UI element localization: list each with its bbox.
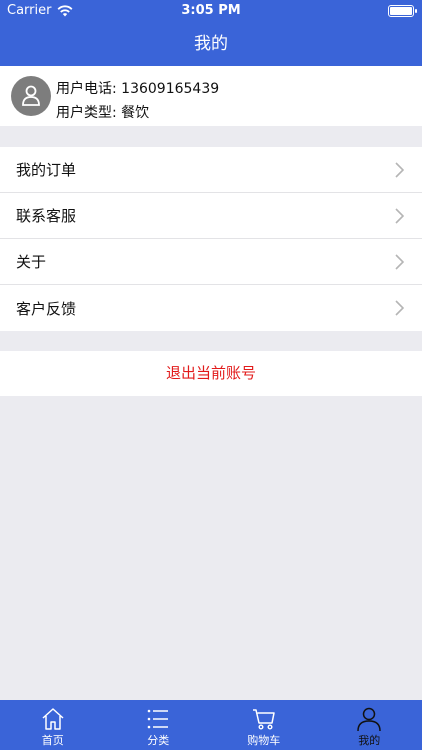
menu-item-label: 关于: [16, 253, 47, 271]
user-icon: [357, 707, 381, 731]
chevron-right-icon: [395, 208, 404, 224]
profile-type: 用户类型: 餐饮: [56, 105, 150, 121]
menu-item-label: 联系客服: [16, 207, 77, 225]
menu-item-label: 客户反馈: [16, 299, 77, 318]
user-icon: [22, 85, 40, 106]
avatar[interactable]: [11, 76, 51, 116]
menu-item-about[interactable]: 关于: [0, 239, 422, 285]
menu-item-contact-service[interactable]: 联系客服: [0, 193, 422, 239]
tab-label: 我的: [358, 734, 381, 747]
logout-button[interactable]: 退出当前账号: [0, 351, 422, 396]
menu-item-orders[interactable]: 我的订单: [0, 147, 422, 193]
chevron-right-icon: [395, 300, 404, 316]
page-title: 我的: [194, 34, 228, 54]
tab-category[interactable]: 分类: [106, 700, 212, 750]
battery-icon: [388, 5, 417, 17]
tab-label: 购物车: [247, 734, 281, 747]
tab-bar: 首页 分类 购物车 我的: [0, 700, 422, 750]
menu-item-feedback[interactable]: 客户反馈: [0, 285, 422, 331]
chevron-right-icon: [395, 254, 404, 270]
menu-list: 我的订单 联系客服 关于 客户反馈: [0, 147, 422, 331]
tab-label: 首页: [41, 734, 64, 747]
profile-card: 用户电话: 13609165439 用户类型: 餐饮: [0, 66, 422, 126]
tab-cart[interactable]: 购物车: [211, 700, 317, 750]
profile-phone: 用户电话: 13609165439: [56, 81, 220, 97]
tab-label: 分类: [147, 734, 170, 747]
home-icon: [42, 708, 64, 730]
list-icon: [147, 709, 169, 729]
header: Carrier 3:05 PM 我的: [0, 0, 422, 66]
status-bar: Carrier 3:05 PM: [0, 0, 422, 22]
tab-mine[interactable]: 我的: [317, 700, 422, 750]
status-time: 3:05 PM: [181, 3, 241, 18]
cart-icon: [252, 709, 275, 730]
menu-item-label: 我的订单: [16, 161, 77, 179]
tab-home[interactable]: 首页: [0, 700, 106, 750]
chevron-right-icon: [395, 162, 404, 178]
